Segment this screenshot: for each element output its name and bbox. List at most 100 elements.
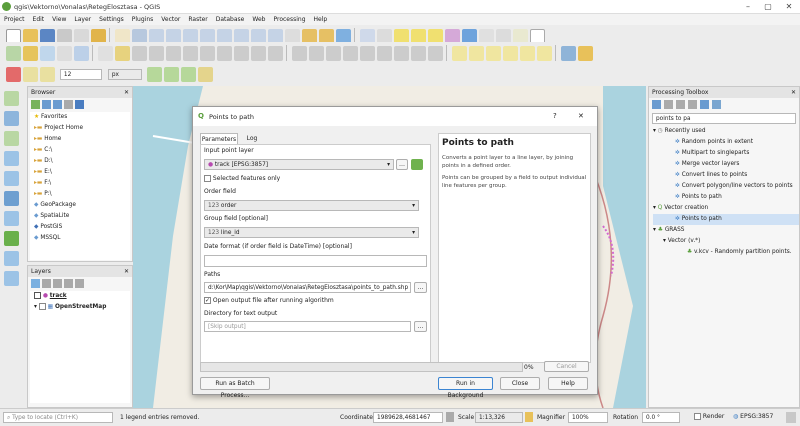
simplify-icon[interactable] xyxy=(342,46,358,61)
browser-item[interactable]: ▸▬ E:\ xyxy=(34,167,130,178)
add-mesh-layer-icon[interactable] xyxy=(4,131,19,146)
directory-browse-button[interactable]: … xyxy=(414,321,427,332)
snap-segment-icon[interactable] xyxy=(40,67,55,82)
change-label-icon[interactable] xyxy=(536,46,552,61)
toolbox-group-grass[interactable]: ▾ ♣ GRASS xyxy=(653,225,799,236)
add-feature-icon[interactable] xyxy=(148,46,164,61)
close-button[interactable]: Close xyxy=(500,377,540,390)
batch-process-button[interactable]: Run as Batch Process... xyxy=(200,377,270,399)
paths-browse-button[interactable]: … xyxy=(414,282,427,293)
scale-select[interactable]: 1:13,326 xyxy=(475,412,523,423)
selected-only-row[interactable]: Selected features only xyxy=(204,175,280,182)
toolbox-search-input[interactable]: points to pa xyxy=(652,113,796,124)
toolbox-algorithm[interactable]: ✲ Merge vector layers xyxy=(653,159,799,170)
layer-item-osm[interactable]: ▾ ▦ OpenStreetMap xyxy=(34,302,130,313)
render-toggle[interactable]: Render xyxy=(694,413,724,420)
undo-icon[interactable] xyxy=(250,46,266,61)
tab-log[interactable]: Log xyxy=(240,134,264,144)
results-icon[interactable] xyxy=(688,100,697,109)
toolbox-group-recent[interactable]: ▾ ◷ Recently used xyxy=(653,126,799,137)
add-selected-icon[interactable] xyxy=(31,100,40,109)
crs-button[interactable]: ◍ EPSG:3857 xyxy=(733,413,773,420)
group-field-select[interactable]: 123 line_id ▾ xyxy=(204,227,419,238)
date-format-input[interactable] xyxy=(204,255,427,267)
snapping-magnet-icon[interactable] xyxy=(6,67,21,82)
copy-features-icon[interactable] xyxy=(216,46,232,61)
coordinate-input[interactable]: 1989628,4681467 xyxy=(373,412,443,423)
render-checkbox[interactable] xyxy=(694,413,701,420)
add-raster-layer-icon[interactable] xyxy=(4,111,19,126)
layer-visibility-checkbox[interactable] xyxy=(34,292,41,299)
maximize-button[interactable]: ▢ xyxy=(758,1,778,12)
messages-icon[interactable] xyxy=(786,412,796,423)
rotate-feature-icon[interactable] xyxy=(325,46,341,61)
browser-item[interactable]: ▸▬ F:\ xyxy=(34,178,130,189)
history-icon[interactable] xyxy=(676,100,685,109)
add-part-icon[interactable] xyxy=(376,46,392,61)
reshape-icon[interactable] xyxy=(427,46,443,61)
plugin-icon[interactable] xyxy=(577,46,593,61)
input-layer-select[interactable]: ● track [EPSG:3857] ▾ xyxy=(204,159,394,170)
layer-visibility-checkbox[interactable] xyxy=(38,303,46,310)
tab-parameters[interactable]: Parameters xyxy=(200,133,238,144)
snap-tolerance-input[interactable]: 12 xyxy=(59,69,102,80)
order-field-select[interactable]: 123 order ▾ xyxy=(204,200,419,211)
menu-settings[interactable]: Settings xyxy=(95,14,128,25)
models-icon[interactable] xyxy=(652,100,661,109)
open-table-icon[interactable] xyxy=(74,46,89,61)
browser-item[interactable]: ▸▬ D:\ xyxy=(34,156,130,167)
toolbox-algorithm-selected[interactable]: ✲ Points to path xyxy=(653,214,799,225)
label-tool-icon[interactable] xyxy=(451,46,467,61)
toolbox-algorithm[interactable]: ✲ Random points in extent xyxy=(653,137,799,148)
add-wms-icon[interactable] xyxy=(4,231,19,246)
toggle-editing-icon[interactable] xyxy=(114,46,130,61)
menu-processing[interactable]: Processing xyxy=(269,14,309,25)
toolbox-subgroup[interactable]: ▾ Vector (v.*) xyxy=(653,236,799,247)
advanced-digitize-icon[interactable] xyxy=(291,46,307,61)
edit-features-in-place-icon[interactable] xyxy=(700,100,709,109)
browser-close-icon[interactable]: ✕ xyxy=(124,87,129,98)
locator-input[interactable]: ⌕ Type to locate (Ctrl+K) xyxy=(3,412,113,423)
fill-ring-icon[interactable] xyxy=(393,46,409,61)
browser-item[interactable]: ★ Favorites xyxy=(34,112,130,123)
coordinate-toggle-icon[interactable] xyxy=(446,412,454,422)
scripts-icon[interactable] xyxy=(664,100,673,109)
browser-item[interactable]: ▸▬ C:\ xyxy=(34,145,130,156)
current-edits-icon[interactable] xyxy=(97,46,113,61)
selected-only-checkbox[interactable] xyxy=(204,175,211,182)
redo-icon[interactable] xyxy=(267,46,283,61)
input-layer-browse-button[interactable]: … xyxy=(396,159,408,170)
tracing-icon[interactable] xyxy=(197,67,213,82)
toolbox-algorithm[interactable]: ✲ Convert lines to points xyxy=(653,170,799,181)
browser-item[interactable]: ▸▬ Project Home xyxy=(34,123,130,134)
browser-item[interactable]: ▸▬ Home xyxy=(34,134,130,145)
add-raster-icon[interactable] xyxy=(40,46,55,61)
menu-web[interactable]: Web xyxy=(248,14,269,25)
add-layer-icon[interactable] xyxy=(6,46,21,61)
menu-project[interactable]: Project xyxy=(0,14,29,25)
delete-ring-icon[interactable] xyxy=(410,46,426,61)
toolbox-algorithm[interactable]: ✲ Multipart to singleparts xyxy=(653,148,799,159)
move-feature-icon[interactable] xyxy=(308,46,324,61)
pin-labels-icon[interactable] xyxy=(468,46,484,61)
cancel-button[interactable]: Cancel xyxy=(544,361,589,372)
menu-database[interactable]: Database xyxy=(212,14,249,25)
remove-layer-icon[interactable] xyxy=(75,279,84,288)
snap-vertex-icon[interactable] xyxy=(23,67,38,82)
filter-browser-icon[interactable] xyxy=(53,100,62,109)
show-labels-icon[interactable] xyxy=(485,46,501,61)
add-wfs-icon[interactable] xyxy=(4,251,19,266)
add-group-icon[interactable] xyxy=(42,279,51,288)
options-icon[interactable] xyxy=(712,100,721,109)
topological-editing-icon[interactable] xyxy=(146,67,162,82)
layers-close-icon[interactable]: ✕ xyxy=(124,266,129,277)
paths-output-input[interactable]: d:\Kor\Map\qgis\Vektorno\Vonalas\RetegEl… xyxy=(204,282,411,293)
cut-features-icon[interactable] xyxy=(199,46,215,61)
close-window-button[interactable]: ✕ xyxy=(779,1,799,12)
collapse-all-icon[interactable] xyxy=(64,100,73,109)
toolbox-close-icon[interactable]: ✕ xyxy=(791,87,796,98)
dialog-close-icon[interactable]: ✕ xyxy=(578,112,584,120)
menu-raster[interactable]: Raster xyxy=(184,14,211,25)
help-button[interactable]: Help xyxy=(548,377,588,390)
avoid-overlap-icon[interactable] xyxy=(180,67,196,82)
